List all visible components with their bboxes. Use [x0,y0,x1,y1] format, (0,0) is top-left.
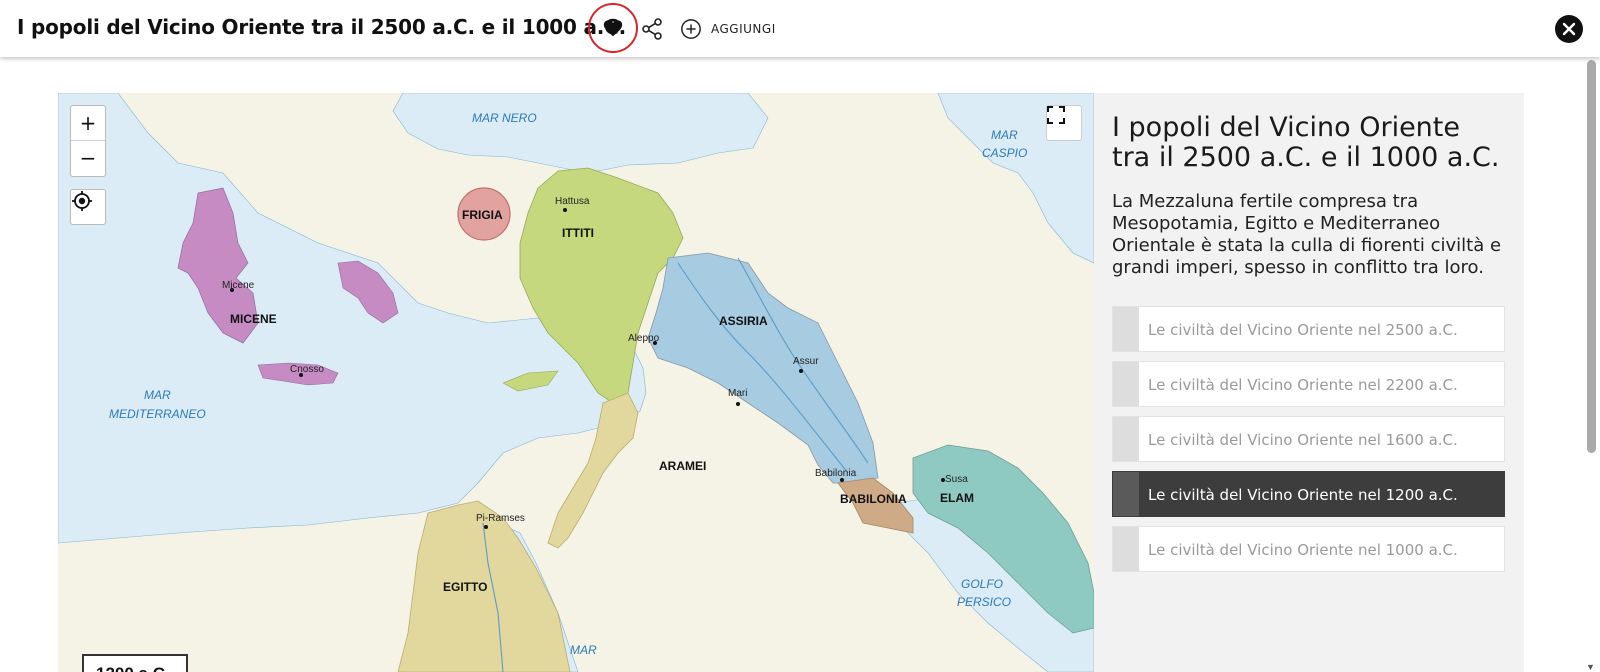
step-label: Le civiltà del Vicino Oriente nel 1200 a… [1148,486,1458,504]
top-bar: I popoli del Vicino Oriente tra il 2500 … [0,0,1600,57]
fullscreen-button[interactable] [1046,105,1082,141]
step-label: Le civiltà del Vicino Oriente nel 1000 a… [1148,541,1458,559]
panel-description: La Mezzaluna fertile compresa tra Mesopo… [1112,191,1502,278]
city-dot-hattusa [563,208,567,212]
fullscreen-icon [1047,106,1065,124]
zoom-control: + − [70,105,106,177]
label-elam: ELAM [940,491,974,505]
map-canvas: MAR NERO MAR CASPIO MAR MEDITERRANEO GOL… [58,93,1094,672]
timeline-step-1600[interactable]: Le civiltà del Vicino Oriente nel 1600 a… [1112,416,1505,462]
page-title: I popoli del Vicino Oriente tra il 2500 … [17,15,627,39]
timeline-step-2500[interactable]: Le civiltà del Vicino Oriente nel 2500 a… [1112,306,1505,352]
crosshair-icon [72,191,92,211]
zoom-out-button[interactable]: − [71,141,105,175]
locate-button[interactable] [70,189,106,225]
heart-icon [603,20,623,37]
label-egitto: EGITTO [443,580,487,594]
city-dot-pi-ramses [484,525,488,529]
historical-map[interactable]: MAR NERO MAR CASPIO MAR MEDITERRANEO GOL… [58,93,1094,672]
label-mediterraneo-1: MAR [144,388,171,402]
label-assiria: ASSIRIA [719,314,768,328]
step-label: Le civiltà del Vicino Oriente nel 2500 a… [1148,321,1458,339]
timeline-step-2200[interactable]: Le civiltà del Vicino Oriente nel 2200 a… [1112,361,1505,407]
label-frigia: FRIGIA [462,208,503,222]
step-marker [1113,472,1139,516]
label-mar-nero: MAR NERO [472,111,537,125]
step-label: Le civiltà del Vicino Oriente nel 2200 a… [1148,376,1458,394]
label-mar-caspio-1: MAR [991,128,1018,142]
label-pi-ramses: Pi-Ramses [476,513,525,524]
year-badge: 1200 a.C. [82,654,188,672]
plus-circle-icon [681,19,701,39]
step-marker [1113,307,1139,351]
label-babilonia-city: Babilonia [815,468,857,479]
timeline-step-1200[interactable]: Le civiltà del Vicino Oriente nel 1200 a… [1112,471,1505,517]
close-button[interactable] [1555,15,1583,43]
timeline-steps: Le civiltà del Vicino Oriente nel 2500 a… [1112,306,1505,581]
label-golfo-1: GOLFO [961,577,1003,591]
share-icon [642,18,662,40]
label-golfo-2: PERSICO [957,595,1011,609]
close-icon [1562,22,1576,36]
step-marker [1113,362,1139,406]
label-mar-caspio-2: CASPIO [982,146,1027,160]
label-mar-rosso: MAR [570,643,597,657]
info-panel: I popoli del Vicino Oriente tra il 2500 … [1094,93,1524,672]
label-susa: Susa [945,474,968,485]
step-label: Le civiltà del Vicino Oriente nel 1600 a… [1148,431,1458,449]
add-button[interactable]: AGGIUNGI [680,17,776,41]
label-mari: Mari [728,388,747,399]
scrollbar-thumb[interactable] [1587,60,1596,453]
city-dot-mari [736,402,740,406]
label-babilonia: BABILONIA [840,492,907,506]
city-dot-assur [799,369,803,373]
label-micene: MICENE [230,312,277,326]
label-mediterraneo-2: MEDITERRANEO [109,407,206,421]
label-hattusa: Hattusa [555,196,590,207]
label-assur: Assur [793,356,819,367]
label-micene-city: Micene [222,280,255,291]
label-aramei: ARAMEI [659,459,706,473]
add-label: AGGIUNGI [711,22,776,36]
timeline-step-1000[interactable]: Le civiltà del Vicino Oriente nel 1000 a… [1112,526,1505,572]
label-aleppo: Aleppo [628,333,660,344]
label-cnosso: Cnosso [290,364,324,375]
zoom-in-button[interactable]: + [71,106,105,141]
share-button[interactable] [640,17,664,41]
panel-title: I popoli del Vicino Oriente tra il 2500 … [1112,112,1500,173]
content-area: MAR NERO MAR CASPIO MAR MEDITERRANEO GOL… [58,93,1524,672]
favorite-button[interactable] [588,3,638,53]
scroll-down-arrow-icon[interactable]: ▼ [1586,662,1595,672]
step-marker [1113,417,1139,461]
step-marker [1113,527,1139,571]
label-ittiti: ITTITI [562,226,594,240]
